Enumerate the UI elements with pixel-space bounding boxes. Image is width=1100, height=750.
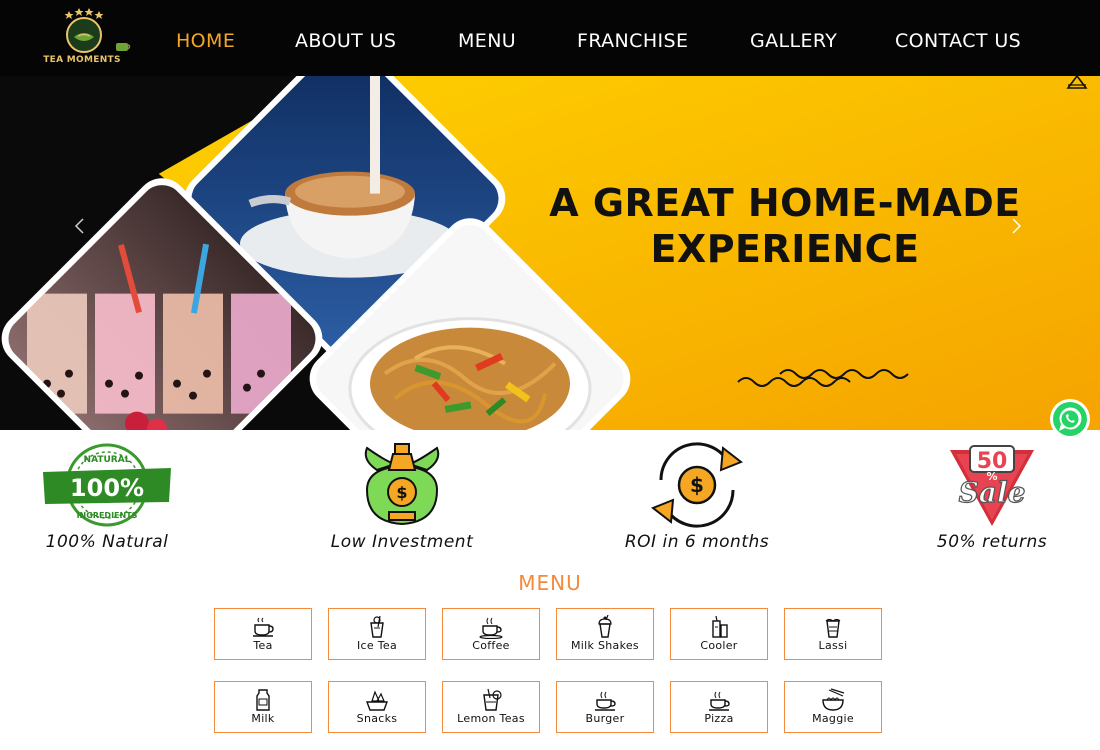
feature-label: Low Investment xyxy=(330,532,474,552)
nav-menu[interactable]: MENU xyxy=(458,30,516,52)
money-bag-icon: $ xyxy=(364,443,440,526)
noodle-bowl-icon xyxy=(822,688,845,711)
svg-text:$: $ xyxy=(396,483,407,502)
menu-heading: MENU xyxy=(518,571,582,595)
menu-item-burger[interactable]: Burger xyxy=(556,681,654,733)
hero-title: A GREAT HOME-MADE EXPERIENCE xyxy=(480,180,1090,272)
nav-contact-us[interactable]: CONTACT US xyxy=(895,30,1021,52)
badge-ingredients-text: INGREDIENTS xyxy=(77,511,138,520)
brand-name: TEA MOMENTS xyxy=(43,55,121,65)
menu-item-lassi[interactable]: Lassi xyxy=(784,608,882,660)
menu-item-label: Lemon Teas xyxy=(457,712,525,725)
ice-tea-icon xyxy=(370,615,384,638)
feature-low-investment: $ Low Investment xyxy=(302,440,502,560)
snacks-icon xyxy=(365,690,389,711)
brand-logo[interactable]: TEA MOMENTS xyxy=(28,5,138,69)
menu-item-label: Coffee xyxy=(472,639,510,652)
menu-item-milk[interactable]: Milk xyxy=(214,681,312,733)
menu-item-snacks[interactable]: Snacks xyxy=(328,681,426,733)
menu-item-label: Milk Shakes xyxy=(571,639,639,652)
milkshake-icon xyxy=(598,615,612,638)
feature-returns: 50 % Sale 50% returns xyxy=(892,440,1092,560)
pizza-icon xyxy=(709,691,730,711)
feature-label: ROI in 6 months xyxy=(624,532,770,552)
menu-item-pizza[interactable]: Pizza xyxy=(670,681,768,733)
milk-icon xyxy=(256,689,270,711)
lassi-icon xyxy=(825,618,841,638)
hero-title-line-2: EXPERIENCE xyxy=(650,227,920,271)
carousel-next-button[interactable] xyxy=(1004,214,1028,238)
feature-label: 50% returns xyxy=(936,532,1048,552)
sale-badge-icon: 50 % Sale xyxy=(950,445,1034,526)
menu-item-label: Maggie xyxy=(812,712,854,725)
coffee-cup-icon xyxy=(479,617,503,639)
feature-label: 100% Natural xyxy=(45,532,169,552)
menu-item-lemon-teas[interactable]: Lemon Teas xyxy=(442,681,540,733)
nav-franchise[interactable]: FRANCHISE xyxy=(577,30,688,52)
natural-badge-icon: 100% NATURAL INGREDIENTS xyxy=(43,443,171,527)
chevron-right-icon xyxy=(1012,218,1022,234)
nav-gallery[interactable]: GALLERY xyxy=(750,30,837,52)
sale-word-text: Sale xyxy=(959,476,1026,509)
carousel-prev-button[interactable] xyxy=(68,214,92,238)
nav-about-us[interactable]: ABOUT US xyxy=(295,30,396,52)
menu-item-label: Snacks xyxy=(356,712,398,725)
menu-item-label: Milk xyxy=(251,712,275,725)
menu-item-ice-tea[interactable]: Ice Tea xyxy=(328,608,426,660)
menu-item-label: Pizza xyxy=(704,712,734,725)
menu-item-label: Burger xyxy=(585,712,625,725)
dollar-cycle-icon: $ xyxy=(651,442,743,528)
scroll-to-top-button[interactable] xyxy=(1066,72,1088,92)
feature-natural: 100% NATURAL INGREDIENTS 100% Natural xyxy=(7,440,207,560)
menu-item-label: Tea xyxy=(253,639,273,652)
chevron-left-icon xyxy=(74,218,84,234)
menu-item-label: Lassi xyxy=(818,639,848,652)
badge-natural-text: NATURAL xyxy=(84,455,131,465)
burger-icon xyxy=(595,691,616,711)
nav-home[interactable]: HOME xyxy=(176,30,235,52)
whatsapp-icon xyxy=(1050,399,1090,439)
menu-item-label: Cooler xyxy=(700,639,738,652)
feature-roi: $ ROI in 6 months xyxy=(597,440,797,560)
menu-item-tea[interactable]: Tea xyxy=(214,608,312,660)
menu-item-milk-shakes[interactable]: Milk Shakes xyxy=(556,608,654,660)
hero-banner: A GREAT HOME-MADE EXPERIENCE xyxy=(0,76,1100,430)
svg-text:$: $ xyxy=(690,473,704,497)
menu-item-cooler[interactable]: Cooler xyxy=(670,608,768,660)
menu-item-maggie[interactable]: Maggie xyxy=(784,681,882,733)
tea-cup-icon xyxy=(253,617,274,637)
site-header: TEA MOMENTS HOME ABOUT US MENU FRANCHISE… xyxy=(0,0,1100,76)
menu-item-coffee[interactable]: Coffee xyxy=(442,608,540,660)
lemon-tea-icon xyxy=(483,688,502,711)
menu-item-label: Ice Tea xyxy=(356,639,397,652)
hero-title-line-1: A GREAT HOME-MADE xyxy=(549,181,1021,225)
scroll-up-icon xyxy=(1066,74,1088,89)
whatsapp-chat-button[interactable] xyxy=(1049,398,1091,440)
badge-100-text: 100% xyxy=(70,474,144,502)
cooler-icon xyxy=(712,615,728,638)
